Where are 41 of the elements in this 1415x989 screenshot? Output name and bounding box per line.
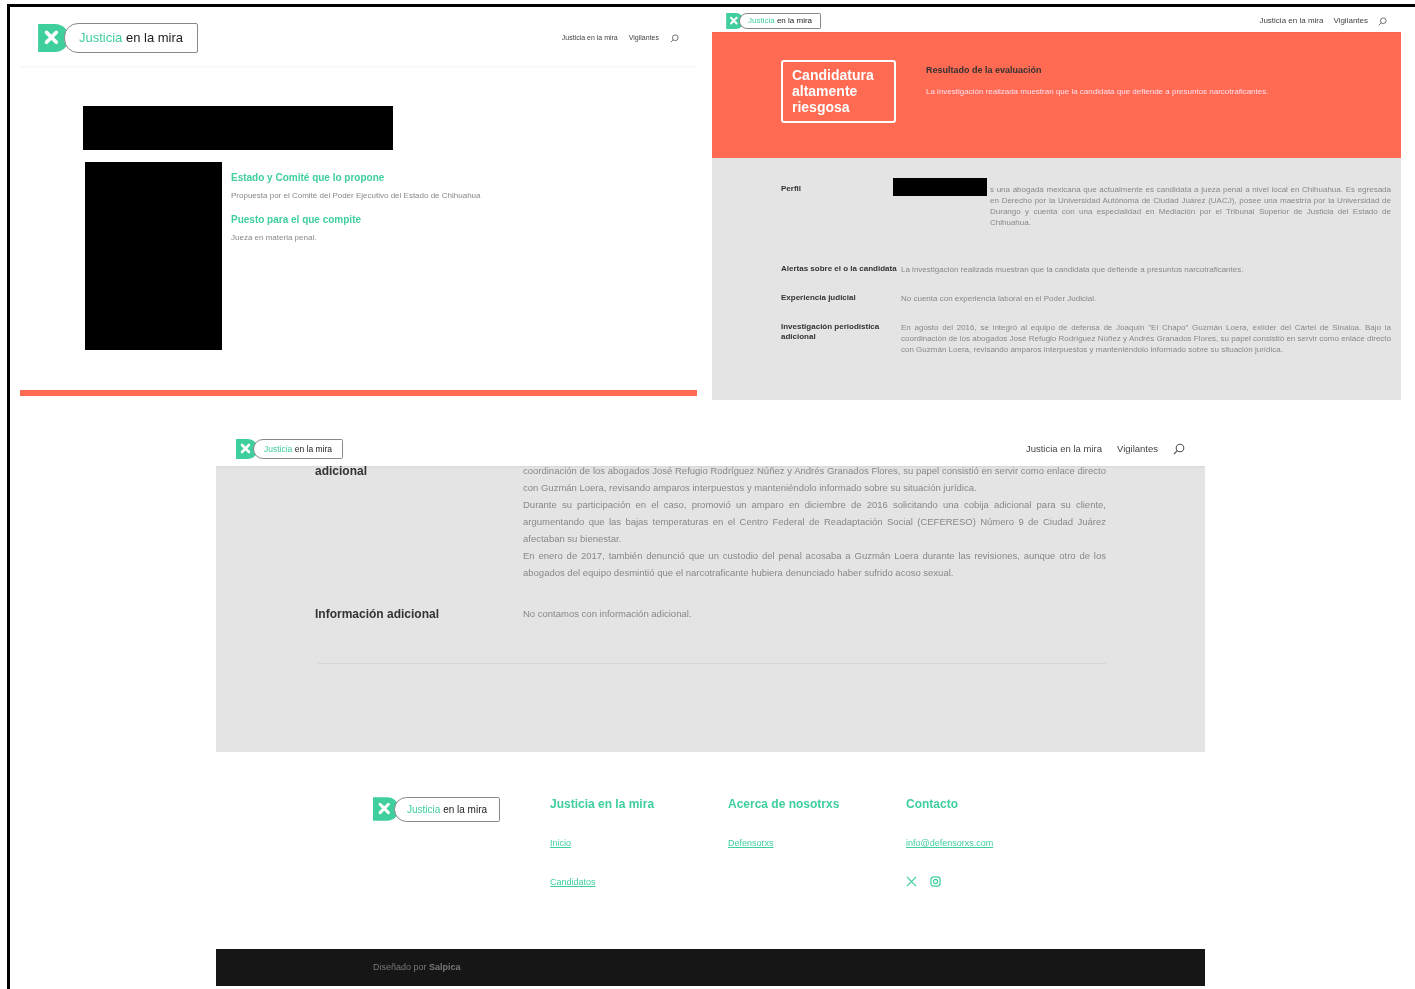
- paragraph-text: coordinación de los abogados José Refugio Rodríguez Núñez y Andrés Granados Flores, su papel consistió en servir como enlace directo con Guzmán Loera, revisando amparos interpuestos y manteniéndolo informado sobre su situación jurídica.: [523, 464, 1106, 495]
- paragraph-text: En enero de 2017, también denunció que un custodio del penal acosaba a Guzmán Loera durante las revisiones, aunque otro de los abogados del equipo desmintió que el narcotraficante hubiera denunciado haber sufrido acoso sexual.: [523, 549, 1106, 580]
- logo-text[interactable]: Justicia en la mira: [739, 13, 822, 29]
- footer-heading: Justicia en la mira: [550, 797, 656, 812]
- field-label: adicional: [315, 463, 368, 480]
- paragraph-text: Durante su participación en el caso, promovió un amparo en diciembre de 2016 solicitando una cobija adicional para su cliente, argumentando que las bajas temperaturas en el Centro Federal de Readaptación Social (CEFERESO) Número 9 de Ciudad Juárez afectaban su bienestar.: [523, 498, 1106, 546]
- field-label: Perfil: [781, 184, 802, 195]
- logo-icon[interactable]: [38, 24, 69, 52]
- field-label: Información adicional: [315, 606, 441, 623]
- rating-badge: Candidatura altamente riesgosa: [781, 60, 896, 123]
- paragraph-text: s una abogada mexicana que actualmente es candidata a jueza penal a nivel local en Chihuahua. Es egresada en Derecho por la Universidad Autónoma de Ciudad Juárez (UACJ), posee una maestría por la Universidad de Durango y cuenta con una especialidad en Mediación por el Tribunal Superior de Justicia del Estado de Chihuahua.: [990, 184, 1391, 228]
- logo-icon[interactable]: [236, 439, 258, 459]
- search-icon[interactable]: [1173, 443, 1185, 455]
- search-icon[interactable]: [1378, 16, 1387, 26]
- nav-link[interactable]: Vigilantes: [1333, 15, 1368, 27]
- footer-heading: Contacto: [906, 797, 959, 812]
- logo-text[interactable]: Justicia en la mira: [394, 797, 501, 822]
- nav-link[interactable]: Justicia en la mira: [1259, 15, 1324, 27]
- credit-text: Diseñado por Salpica: [373, 962, 461, 972]
- x-logo-icon[interactable]: [906, 875, 917, 887]
- search-icon[interactable]: [670, 33, 679, 43]
- footer-heading: Acerca de nosotrxs: [728, 797, 841, 812]
- field-label: Investigación periodística adicional: [781, 322, 881, 343]
- paragraph-text: La investigación realizada muestran que la candidata que defiende a presuntos narcotraficantes.: [901, 264, 1245, 275]
- field-label: Alertas sobre el o la candidata: [781, 264, 898, 275]
- paragraph-text: No cuenta con experiencia laboral en el Poder Judicial.: [901, 293, 1098, 304]
- camera-icon[interactable]: [930, 875, 941, 887]
- section-text: Propuesta por el Comité del Poder Ejecutivo del Estado de Chihuahua: [231, 190, 481, 202]
- section-heading: Puesto para el que compite: [231, 214, 363, 226]
- result-text: La investigación realizada muestran que la candidata que defiende a presuntos narcotraficantes.: [926, 85, 1269, 98]
- nav-link[interactable]: Justicia en la mira: [1025, 441, 1102, 457]
- paragraph-text: En agosto del 2016, se integró al equipo de defensa de Joaquín "El Chapo" Guzmán Loera, exlíder del Cártel de Sinaloa. Bajo la coordinación de los abogados José Refugio Rodríguez Núñez y Andrés Granados Flores, su papel consistió en servir como enlace directo con Guzmán Loera, revisando amparos interpuestos y manteniéndolo informado sobre su situación jurídica.: [901, 322, 1391, 355]
- paragraph-text: No contamos con información adicional.: [523, 607, 693, 621]
- logo-icon[interactable]: [373, 797, 399, 821]
- field-label: Experiencia judicial: [781, 293, 857, 304]
- nav-link[interactable]: Vigilantes: [1116, 441, 1158, 457]
- result-title: Resultado de la evaluación: [926, 65, 1043, 76]
- section-heading: Estado y Comité que lo propone: [231, 172, 386, 184]
- section-text: Jueza en materia penal.: [231, 232, 318, 244]
- logo-text[interactable]: Justicia en la mira: [64, 23, 199, 53]
- logo-text[interactable]: Justicia en la mira: [253, 438, 344, 460]
